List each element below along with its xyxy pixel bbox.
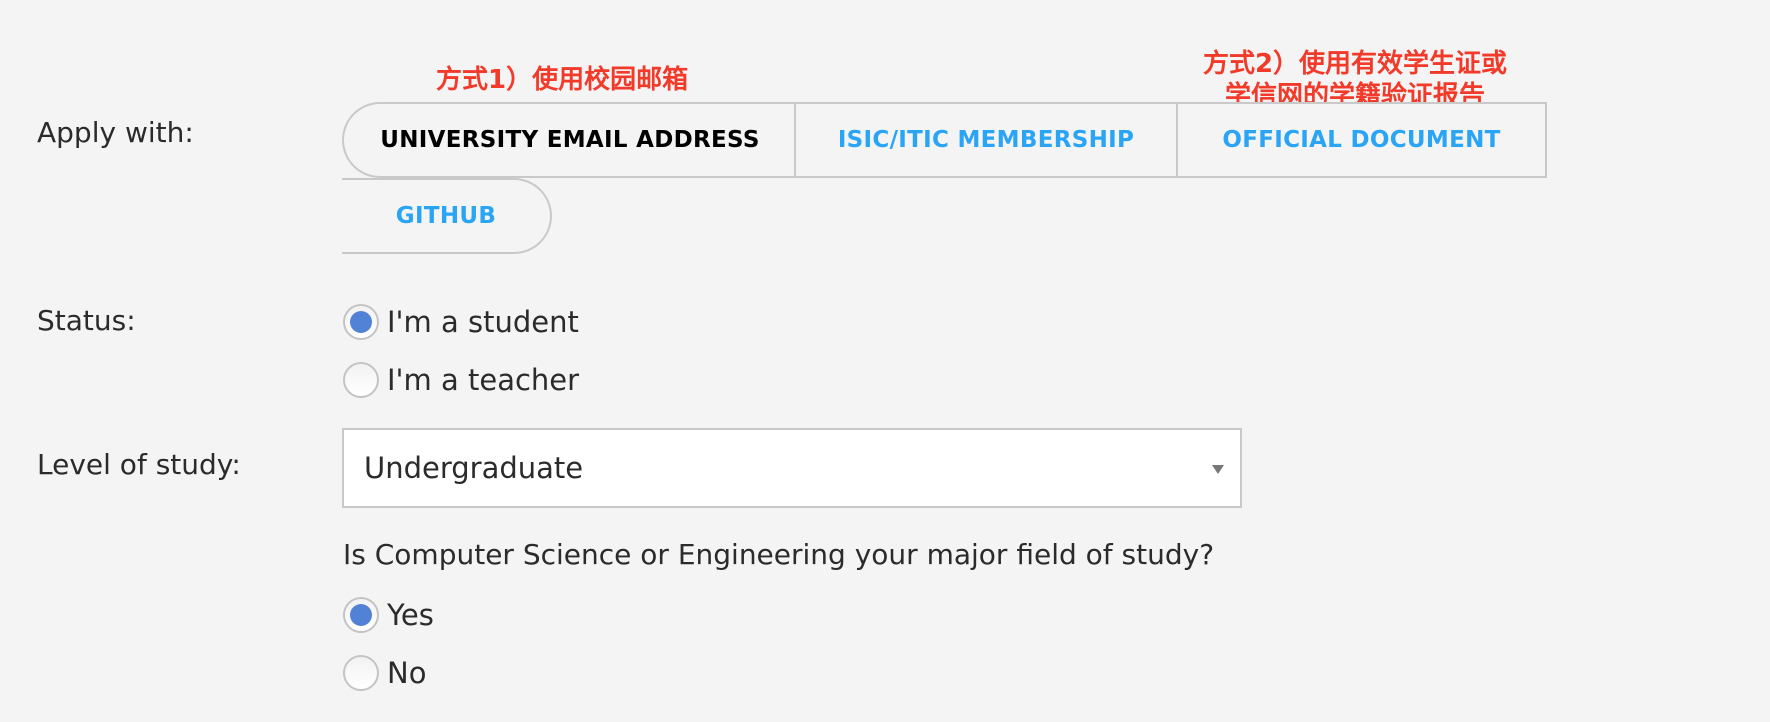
tab-label: ISIC/ITIC MEMBERSHIP <box>837 127 1135 153</box>
tab-university-email-address[interactable]: UNIVERSITY EMAIL ADDRESS <box>342 102 796 178</box>
status-option-student[interactable]: I'm a student <box>343 304 579 340</box>
student-application-form: 方式1）使用校园邮箱 方式2）使用有效学生证或 学信网的学籍验证报告 Apply… <box>0 0 1770 722</box>
tab-isic-itic-membership[interactable]: ISIC/ITIC MEMBERSHIP <box>794 102 1178 178</box>
radio-label: Yes <box>387 598 434 632</box>
level-of-study-select[interactable]: Undergraduate <box>342 428 1242 508</box>
level-of-study-label: Level of study: <box>37 448 241 481</box>
chevron-down-icon <box>1212 465 1224 474</box>
tab-label: OFFICIAL DOCUMENT <box>1222 127 1501 153</box>
tab-label: GITHUB <box>395 203 497 229</box>
radio-checked-icon[interactable] <box>343 597 379 633</box>
major-option-yes[interactable]: Yes <box>343 597 434 633</box>
radio-label: I'm a student <box>387 305 579 339</box>
tab-label: UNIVERSITY EMAIL ADDRESS <box>380 127 760 153</box>
annotation-method-2-line-1: 方式2）使用有效学生证或 <box>1202 49 1508 79</box>
radio-unchecked-icon[interactable] <box>343 655 379 691</box>
radio-label: I'm a teacher <box>387 363 580 397</box>
status-option-teacher[interactable]: I'm a teacher <box>343 362 579 398</box>
radio-unchecked-icon[interactable] <box>343 362 379 398</box>
tab-official-document[interactable]: OFFICIAL DOCUMENT <box>1176 102 1547 178</box>
radio-dot <box>350 311 372 333</box>
major-question-label: Is Computer Science or Engineering your … <box>343 538 1215 571</box>
radio-label: No <box>387 656 427 690</box>
select-value: Undergraduate <box>364 451 584 485</box>
annotation-method-1: 方式1）使用校园邮箱 <box>436 65 689 95</box>
radio-dot <box>350 604 372 626</box>
status-label: Status: <box>37 304 136 337</box>
radio-checked-icon[interactable] <box>343 304 379 340</box>
tab-github[interactable]: GITHUB <box>342 178 552 254</box>
apply-with-label: Apply with: <box>37 116 194 149</box>
major-option-no[interactable]: No <box>343 655 426 691</box>
